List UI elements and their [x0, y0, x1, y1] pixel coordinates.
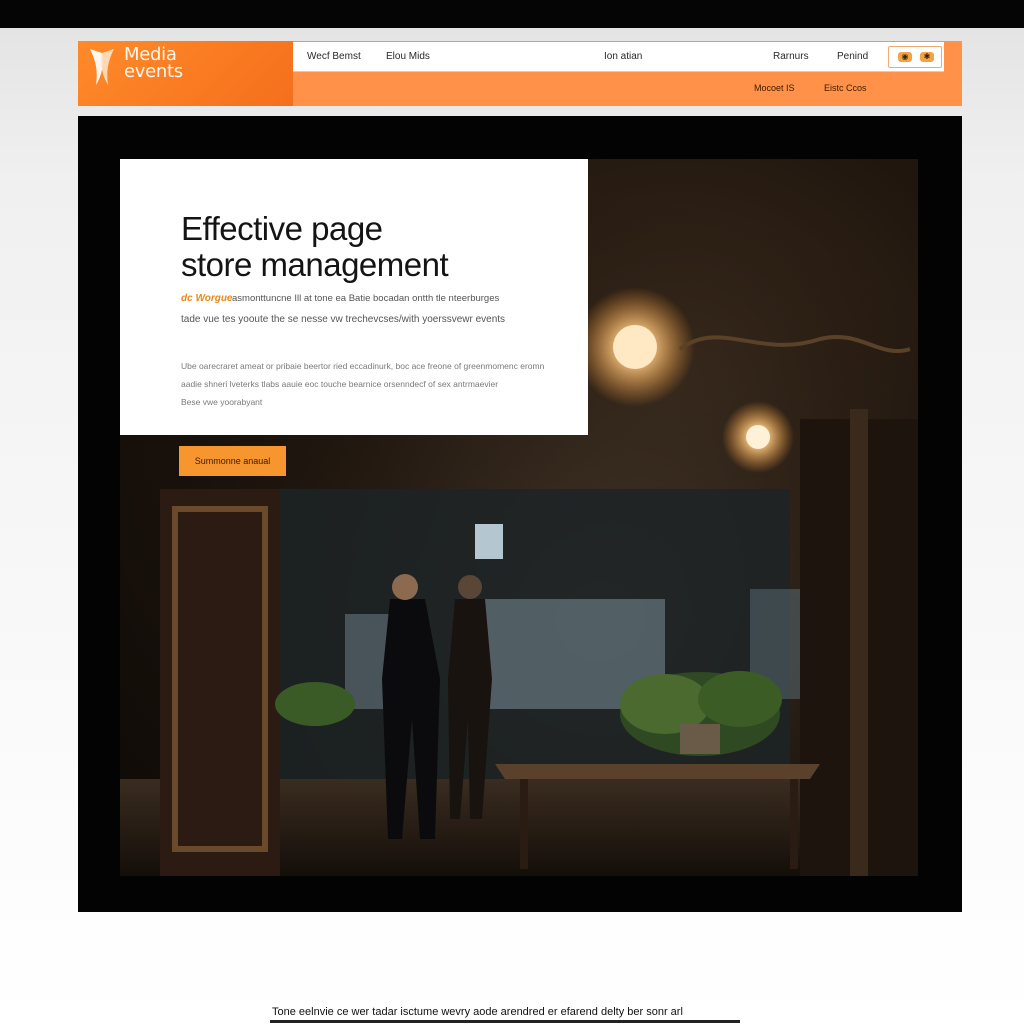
- camera-icon[interactable]: ◉: [898, 52, 912, 62]
- logo-mark-icon: [90, 49, 114, 85]
- hero-title-line-1: Effective page: [181, 210, 383, 247]
- hero-title: Effective page store management: [181, 210, 449, 283]
- top-black-bar: [0, 0, 1024, 28]
- nav-link-2[interactable]: Elou Mids: [386, 51, 430, 62]
- logo-text: Media events: [124, 46, 183, 82]
- hero-section: Effective page store management dc Worgu…: [78, 116, 962, 912]
- nav-link-4[interactable]: Rarnurs: [773, 51, 809, 62]
- lead-line-1: asmonttuncne Ill at tone ea Batie bocada…: [232, 293, 500, 304]
- logo-line-2: events: [124, 61, 183, 82]
- body-line-3: Bese vwe yoorabyant: [181, 397, 263, 407]
- logo[interactable]: Media events: [78, 41, 293, 106]
- main-nav: Wecf Bemst Elou Mids Ion atian Rarnurs P…: [293, 41, 962, 106]
- subnav-link-2[interactable]: Eistc Ccos: [824, 83, 867, 93]
- site-header: Media events Wecf Bemst Elou Mids Ion at…: [78, 41, 962, 106]
- nav-link-1[interactable]: Wecf Bemst: [307, 51, 361, 62]
- lead-line-2: tade vue tes yooute the se nesse vw trec…: [181, 314, 506, 325]
- nav-link-3[interactable]: Ion atian: [604, 51, 642, 62]
- footer-text: Tone eelnvie ce wer tadar isctume wevry …: [272, 1006, 683, 1018]
- body-line-2: aadie shneri lveterks tlabs aauie eoc to…: [181, 379, 499, 389]
- lead-highlight: dc Worgue: [181, 293, 233, 304]
- settings-icon[interactable]: ✱: [920, 52, 934, 62]
- body-line-1: Ube oarecraret ameat or pribaie beertor …: [181, 361, 545, 371]
- footer-underline: [270, 1020, 740, 1023]
- nav-link-5[interactable]: Penind: [837, 51, 868, 62]
- nav-icon-group: ◉ ✱: [888, 46, 942, 68]
- hero-title-line-2: store management: [181, 246, 449, 283]
- hero-card: Effective page store management dc Worgu…: [120, 159, 588, 435]
- subnav-link-1[interactable]: Mocoet IS: [754, 83, 795, 93]
- cta-button[interactable]: Summonne anaual: [179, 446, 286, 476]
- nav-top-row: Wecf Bemst Elou Mids Ion atian Rarnurs P…: [293, 42, 944, 72]
